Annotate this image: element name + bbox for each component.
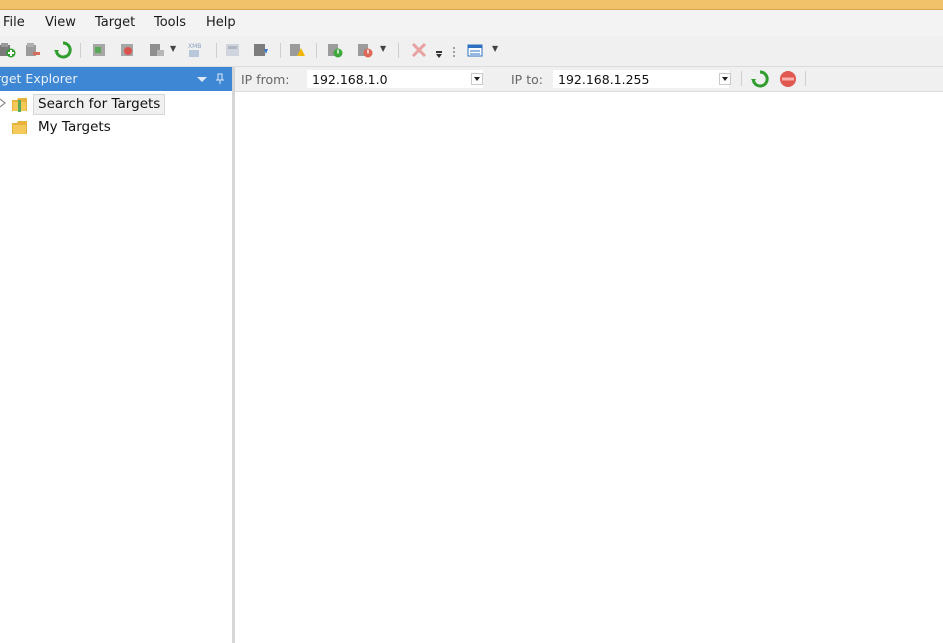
group-icon[interactable]	[224, 41, 242, 59]
ip-to-input[interactable]: 192.168.1.255	[553, 70, 729, 88]
toolbar-overflow-icon[interactable]	[436, 45, 442, 59]
target-explorer-tree: Search for Targets My Targets	[0, 91, 233, 643]
menu-tools[interactable]: Tools	[154, 15, 186, 30]
power-off-icon[interactable]	[356, 41, 374, 59]
export-icon[interactable]	[148, 41, 166, 59]
import-icon[interactable]	[90, 41, 108, 59]
ip-from-dropdown-icon[interactable]	[471, 73, 483, 85]
power-dropdown-icon[interactable]: ▼	[380, 42, 388, 56]
xmb-export-icon[interactable]: XMB	[186, 41, 204, 59]
add-target-icon[interactable]	[0, 41, 16, 59]
ip-from-label: IP from:	[241, 72, 290, 87]
menu-bar: File View Target Tools Help	[0, 10, 943, 36]
svg-text:XMB: XMB	[188, 43, 201, 50]
main-toolbar: ▼ XMB ▼ ▼	[0, 36, 943, 67]
refresh-icon[interactable]	[54, 41, 72, 59]
window-title-bar	[0, 0, 943, 10]
delete-icon[interactable]	[118, 41, 136, 59]
stop-icon[interactable]	[779, 70, 797, 88]
target-explorer-title: rget Explorer	[0, 71, 78, 86]
scan-refresh-icon[interactable]	[751, 70, 769, 88]
cancel-icon[interactable]	[410, 41, 428, 59]
tree-item-label: My Targets	[38, 119, 111, 135]
toolbar-separator	[805, 71, 806, 86]
target-explorer-header: rget Explorer	[0, 67, 232, 91]
menu-target[interactable]: Target	[95, 15, 135, 30]
ip-to-dropdown-icon[interactable]	[719, 73, 731, 85]
view-list-icon[interactable]	[466, 41, 484, 59]
export-dropdown-icon[interactable]: ▼	[170, 42, 178, 56]
search-folder-icon	[11, 96, 29, 112]
pin-icon[interactable]	[214, 73, 226, 85]
menu-help[interactable]: Help	[206, 15, 236, 30]
toolbar-separator	[280, 43, 281, 58]
menu-file[interactable]: File	[3, 15, 25, 30]
alert-icon[interactable]	[288, 41, 306, 59]
ip-from-input[interactable]: 192.168.1.0	[307, 70, 483, 88]
toolbar-separator	[216, 43, 217, 58]
toolbar-separator	[398, 43, 399, 58]
expand-arrow-icon[interactable]	[0, 97, 7, 109]
toolbar-separator	[741, 71, 742, 86]
view-dropdown-icon[interactable]: ▼	[492, 42, 500, 56]
toolbar-grip-icon[interactable]	[452, 45, 458, 59]
target-results-area[interactable]	[235, 92, 943, 643]
tree-item-label: Search for Targets	[33, 94, 166, 115]
ip-to-label: IP to:	[511, 72, 543, 87]
remove-target-icon[interactable]	[24, 41, 42, 59]
toolbar-separator	[316, 43, 317, 58]
toolbar-separator	[80, 43, 81, 58]
ip-range-toolbar: IP from: 192.168.1.0 IP to: 192.168.1.25…	[235, 67, 943, 92]
folder-icon	[11, 119, 29, 135]
power-on-icon[interactable]	[326, 41, 344, 59]
menu-view[interactable]: View	[45, 15, 76, 30]
tree-item-my-targets[interactable]: My Targets	[0, 116, 230, 138]
download-icon[interactable]	[252, 41, 270, 59]
tree-item-search-for-targets[interactable]: Search for Targets	[0, 93, 230, 115]
panel-menu-icon[interactable]	[196, 73, 208, 85]
